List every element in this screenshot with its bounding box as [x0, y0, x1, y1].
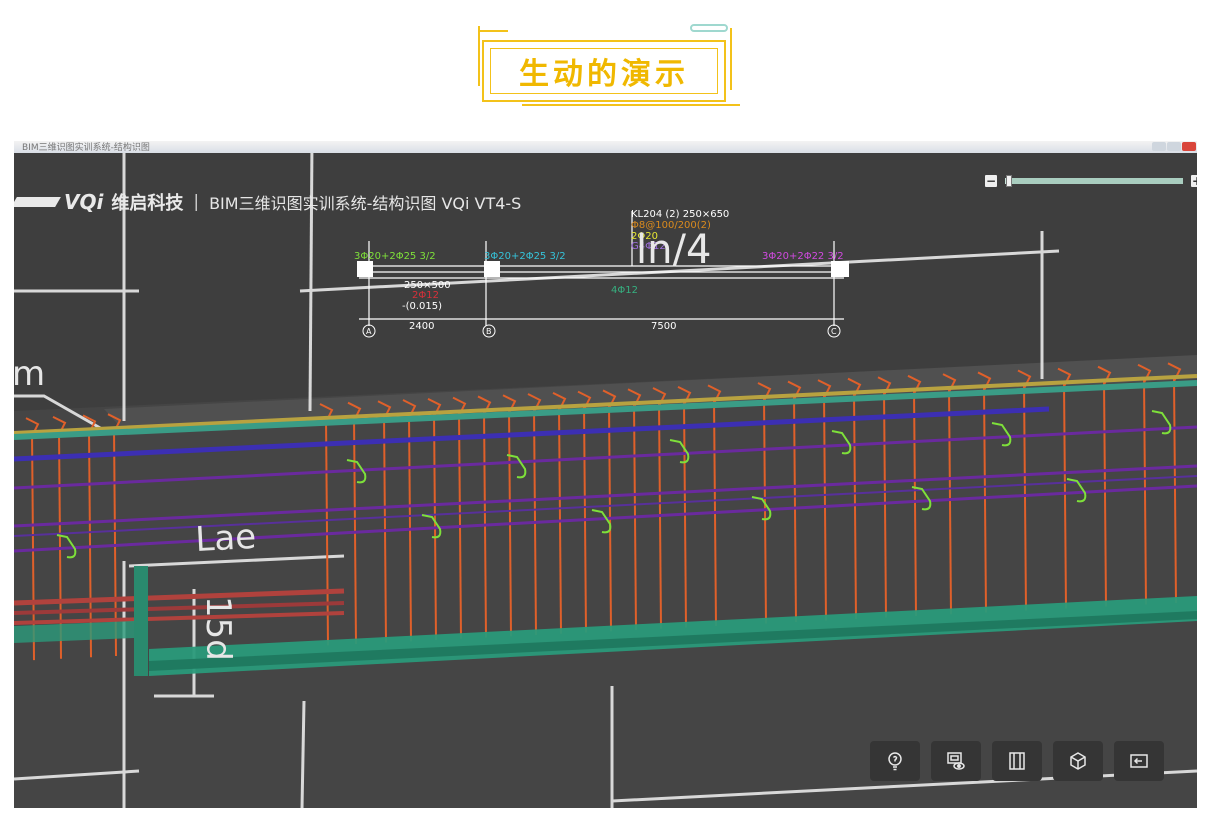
elevation-label: -(0.015) [402, 301, 442, 312]
brand-slash-mark [14, 197, 61, 207]
window-title: BIM三维识图实训系统-结构识图 [22, 143, 150, 153]
banner-deco-line-bottom [522, 104, 740, 106]
zoom-in-button[interactable]: + [1191, 175, 1197, 187]
section-button[interactable] [992, 741, 1042, 781]
window-titlebar: BIM三维识图实训系统-结构识图 [14, 141, 1197, 153]
zoom-control: − + [985, 175, 1197, 187]
m-label: m [14, 354, 45, 394]
end-column [134, 566, 148, 676]
brand-system-name: BIM三维识图实训系统-结构识图 VQi VT4-S [209, 194, 522, 213]
app-brand: VQi 维启科技 | BIM三维识图实训系统-结构识图 VQi VT4-S [14, 189, 521, 215]
banner-inner-frame: 生动的演示 [490, 48, 718, 94]
axis-markers [362, 324, 841, 338]
zoom-slider-thumb[interactable] [1005, 175, 1012, 187]
plan-node-c [831, 261, 849, 277]
rebar-3d-scene[interactable]: A B C KL204 (2) 250×650 Φ8@100/200(2) 2Φ… [14, 141, 1197, 808]
rebar-label-1: 3Φ20+2Φ25 3/2 [354, 251, 436, 262]
zoom-slider-track[interactable] [1005, 175, 1183, 187]
axis-b-label: B [486, 327, 492, 336]
window-close-button[interactable] [1182, 142, 1196, 151]
window-maximize-button[interactable] [1167, 142, 1181, 151]
brand-separator: | [193, 192, 200, 212]
banner-deco-teal-top [690, 24, 728, 32]
cube-3d-button[interactable] [1053, 741, 1103, 781]
ln4-label: ln/4 [636, 227, 711, 273]
window-restore-button[interactable] [1152, 142, 1166, 151]
dim-line [300, 700, 306, 808]
banner-deco-line-top [478, 30, 508, 32]
bim-viewport[interactable]: A B C KL204 (2) 250×650 Φ8@100/200(2) 2Φ… [14, 141, 1197, 808]
banner-title: 生动的演示 [519, 57, 689, 92]
rebar-label-3: 3Φ20+2Φ22 3/2 [762, 251, 844, 262]
plan-node-a [357, 261, 373, 277]
span-1-label: 2400 [409, 321, 434, 332]
axis-c-label: C [831, 327, 837, 336]
banner-frame: 生动的演示 [482, 40, 726, 102]
view-button[interactable] [931, 741, 981, 781]
hint-bulb-icon [888, 752, 902, 771]
d15-label: 15d [198, 596, 238, 661]
rebar-label-2: 3Φ20+2Φ25 3/2 [484, 251, 566, 262]
section-icon [1009, 752, 1025, 770]
mid-rebar-label: 4Φ12 [611, 285, 638, 296]
hint-button[interactable] [870, 741, 920, 781]
dim-line [308, 141, 314, 412]
lae-label: Lae [194, 517, 257, 560]
elev-red-label: 2Φ12 [412, 290, 439, 301]
exit-button[interactable] [1114, 741, 1164, 781]
title-banner: 生动的演示 [472, 22, 740, 108]
view-toolbar [870, 741, 1164, 781]
view-eye-icon [947, 752, 965, 770]
axis-a-label: A [366, 327, 372, 336]
banner-deco-line-right [730, 28, 732, 90]
beam-label: KL204 (2) 250×650 [631, 209, 729, 220]
brand-company: 维启科技 [111, 193, 184, 214]
brand-logo: VQi [64, 190, 104, 214]
plan-node-b [484, 261, 500, 277]
zoom-out-button[interactable]: − [985, 175, 997, 187]
exit-icon [1130, 754, 1148, 768]
span-2-label: 7500 [651, 321, 676, 332]
banner-deco-line-left [478, 26, 480, 86]
cube-3d-icon [1070, 752, 1086, 770]
